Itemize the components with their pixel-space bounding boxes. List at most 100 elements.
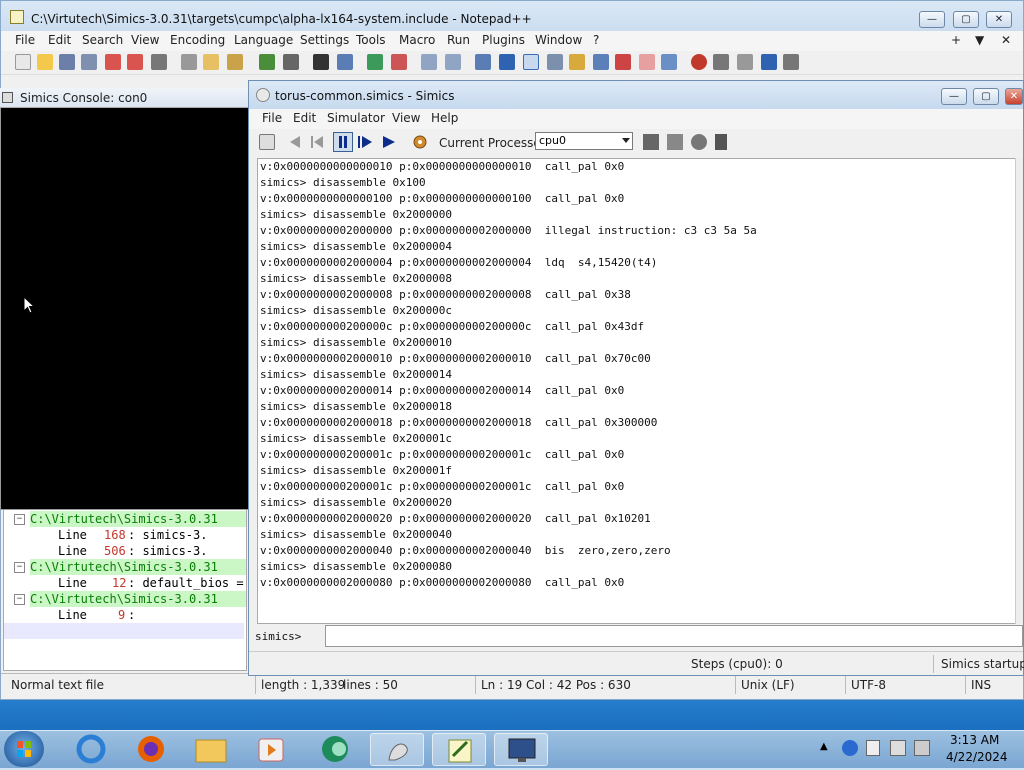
- menu-encoding[interactable]: Encoding: [170, 33, 225, 47]
- current-processor-select[interactable]: cpu0: [535, 132, 633, 150]
- paste-icon[interactable]: [227, 54, 243, 70]
- stop-macro-icon[interactable]: [713, 54, 729, 70]
- run-macro-multiple-icon[interactable]: [761, 54, 777, 70]
- reverse-step-icon[interactable]: [309, 134, 325, 150]
- folder-workspace-icon[interactable]: [615, 54, 631, 70]
- menu-macro[interactable]: Macro: [399, 33, 435, 47]
- save-all-icon[interactable]: [81, 54, 97, 70]
- taskbar-console[interactable]: [494, 733, 548, 766]
- command-input[interactable]: [325, 625, 1023, 647]
- menu-help[interactable]: ?: [593, 33, 599, 47]
- new-tab-icon[interactable]: +: [951, 33, 961, 47]
- fold-toggle-icon[interactable]: −: [14, 562, 25, 573]
- objects-icon[interactable]: [691, 134, 707, 150]
- menu-plugins[interactable]: Plugins: [482, 33, 525, 47]
- menu-settings[interactable]: Settings: [300, 33, 349, 47]
- network-icon[interactable]: [890, 740, 906, 756]
- taskbar-app[interactable]: [308, 733, 362, 766]
- redo-icon[interactable]: [283, 54, 299, 70]
- notepadpp-close-button[interactable]: ✕: [986, 11, 1012, 28]
- monitoring-icon[interactable]: [639, 54, 655, 70]
- notepadpp-maximize-button[interactable]: ▢: [953, 11, 979, 28]
- undo-icon[interactable]: [259, 54, 275, 70]
- tray-expand-icon[interactable]: ▲: [820, 741, 828, 752]
- new-file-icon[interactable]: [15, 54, 31, 70]
- taskbar-media-player[interactable]: [244, 733, 298, 766]
- volume-icon[interactable]: [914, 740, 930, 756]
- status-eol[interactable]: Unix (LF): [741, 678, 795, 692]
- start-button[interactable]: [4, 731, 44, 767]
- simics-menu-file[interactable]: File: [262, 111, 282, 125]
- zoom-in-icon[interactable]: [367, 54, 383, 70]
- output-scrollbar[interactable]: [1015, 158, 1023, 624]
- menu-window[interactable]: Window: [535, 33, 582, 47]
- copy-icon[interactable]: [203, 54, 219, 70]
- word-wrap-icon[interactable]: [475, 54, 491, 70]
- find-result-line[interactable]: Line 506 : simics-3.: [4, 543, 244, 559]
- simics-maximize-button[interactable]: ▢: [973, 88, 999, 105]
- notepadpp-minimize-button[interactable]: —: [919, 11, 945, 28]
- find-result-file[interactable]: C:\Virtutech\Simics-3.0.31: [30, 591, 246, 607]
- taskbar-simics[interactable]: [370, 733, 424, 766]
- find-result-current-line[interactable]: [4, 623, 244, 639]
- open-file-icon[interactable]: [37, 54, 53, 70]
- simics-menu-view[interactable]: View: [392, 111, 420, 125]
- doc-map-icon[interactable]: [569, 54, 585, 70]
- play-macro-icon[interactable]: [737, 54, 753, 70]
- gears-icon[interactable]: [411, 133, 429, 151]
- close-tab-icon[interactable]: ✕: [1001, 33, 1011, 47]
- simics-close-button[interactable]: ✕: [1005, 88, 1023, 105]
- clock-time[interactable]: 3:13 AM: [950, 733, 999, 747]
- run-forward-icon[interactable]: [381, 134, 397, 150]
- taskbar-firefox[interactable]: [124, 733, 178, 766]
- simics-menu-simulator[interactable]: Simulator: [327, 111, 385, 125]
- find-icon[interactable]: [313, 54, 329, 70]
- cut-icon[interactable]: [181, 54, 197, 70]
- close-all-icon[interactable]: [127, 54, 143, 70]
- taskbar-explorer[interactable]: [184, 733, 238, 766]
- sync-vertical-icon[interactable]: [421, 54, 437, 70]
- menu-edit[interactable]: Edit: [48, 33, 71, 47]
- zoom-out-icon[interactable]: [391, 54, 407, 70]
- memory-icon[interactable]: [667, 134, 683, 150]
- menu-tools[interactable]: Tools: [356, 33, 386, 47]
- view-icon[interactable]: [661, 54, 677, 70]
- simics-minimize-button[interactable]: —: [941, 88, 967, 105]
- simics-output-area[interactable]: v:0x0000000000000010 p:0x000000000000001…: [257, 158, 1023, 624]
- show-all-chars-icon[interactable]: [499, 54, 515, 70]
- status-insert-mode[interactable]: INS: [971, 678, 991, 692]
- status-encoding[interactable]: UTF-8: [851, 678, 886, 692]
- step-forward-icon[interactable]: [357, 134, 375, 150]
- menu-run[interactable]: Run: [447, 33, 470, 47]
- menu-search[interactable]: Search: [82, 33, 123, 47]
- simics-menu-help[interactable]: Help: [431, 111, 458, 125]
- find-result-line[interactable]: Line 9 :: [4, 607, 244, 623]
- function-list-icon[interactable]: [593, 54, 609, 70]
- find-result-file[interactable]: C:\Virtutech\Simics-3.0.31: [30, 511, 246, 527]
- save-macro-icon[interactable]: [783, 54, 799, 70]
- menu-language[interactable]: Language: [234, 33, 293, 47]
- print-icon[interactable]: [151, 54, 167, 70]
- new-session-icon[interactable]: [259, 134, 275, 150]
- menu-file[interactable]: File: [15, 33, 35, 47]
- registers-icon[interactable]: [643, 134, 659, 150]
- stop-icon[interactable]: [333, 132, 353, 152]
- statistics-icon[interactable]: [715, 134, 727, 150]
- find-result-line[interactable]: Line 168 : simics-3.: [4, 527, 244, 543]
- fold-toggle-icon[interactable]: −: [14, 514, 25, 525]
- close-icon[interactable]: [105, 54, 121, 70]
- tab-list-icon[interactable]: ▼: [975, 33, 984, 47]
- flag-icon[interactable]: [866, 740, 880, 756]
- tray-network-app-icon[interactable]: [842, 740, 858, 756]
- taskbar-notepadpp[interactable]: [432, 733, 486, 766]
- indent-guide-icon[interactable]: [523, 54, 539, 70]
- sync-horizontal-icon[interactable]: [445, 54, 461, 70]
- save-icon[interactable]: [59, 54, 75, 70]
- fold-toggle-icon[interactable]: −: [14, 594, 25, 605]
- udl-icon[interactable]: [547, 54, 563, 70]
- find-result-file[interactable]: C:\Virtutech\Simics-3.0.31: [30, 559, 246, 575]
- find-result-line[interactable]: Line 12 : default_bios =: [4, 575, 244, 591]
- simics-menu-edit[interactable]: Edit: [293, 111, 316, 125]
- replace-icon[interactable]: [337, 54, 353, 70]
- clock-date[interactable]: 4/22/2024: [946, 750, 1008, 764]
